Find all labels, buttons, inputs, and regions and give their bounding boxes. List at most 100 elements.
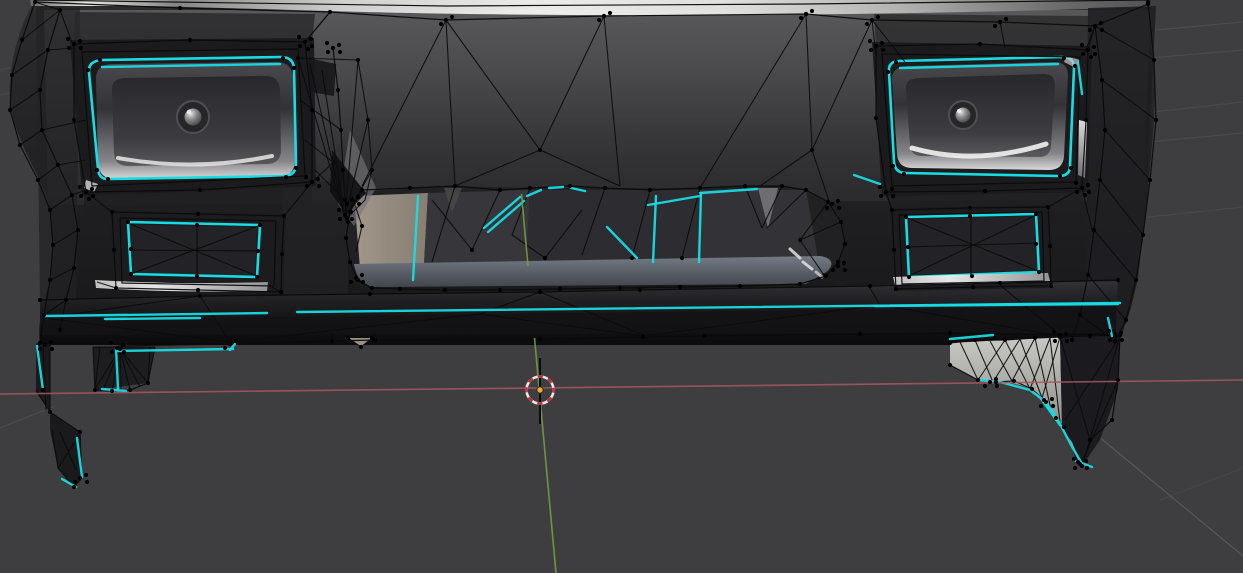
mesh-vertex[interactable]	[824, 205, 830, 211]
mesh-vertex[interactable]	[443, 17, 449, 23]
mesh-vertex[interactable]	[1057, 334, 1063, 340]
mesh-vertex[interactable]	[835, 263, 841, 269]
mesh-vertex[interactable]	[1050, 403, 1056, 409]
mesh-vertex[interactable]	[1003, 16, 1009, 22]
mesh-vertex[interactable]	[1032, 335, 1038, 341]
mesh-vertex[interactable]	[1084, 465, 1090, 471]
viewport-canvas[interactable]	[0, 0, 1243, 573]
mesh-vertex[interactable]	[342, 197, 348, 203]
mesh-vertex[interactable]	[903, 214, 909, 220]
mesh-vertex[interactable]	[114, 345, 120, 351]
mesh-vertex[interactable]	[177, 5, 183, 11]
mesh-vertex[interactable]	[7, 107, 13, 113]
mesh-vertex[interactable]	[906, 274, 912, 280]
mesh-vertex[interactable]	[41, 312, 47, 318]
mesh-vertex[interactable]	[994, 383, 1000, 389]
mesh-vertex[interactable]	[397, 286, 403, 292]
mesh-vertex[interactable]	[835, 259, 841, 265]
mesh-vertex[interactable]	[537, 336, 543, 342]
mesh-vertex[interactable]	[345, 335, 351, 341]
mesh-vertex[interactable]	[1002, 337, 1008, 343]
mesh-vertex[interactable]	[993, 376, 999, 382]
mesh-vertex[interactable]	[1085, 272, 1091, 278]
headlight-right-floor[interactable]	[905, 74, 1055, 157]
mesh-vertex[interactable]	[890, 163, 896, 169]
mesh-vertex[interactable]	[233, 338, 239, 344]
mesh-vertex[interactable]	[345, 219, 351, 225]
mesh-vertex[interactable]	[57, 7, 63, 13]
mesh-vertex[interactable]	[145, 380, 151, 386]
mesh-vertex[interactable]	[9, 72, 15, 78]
mesh-vertex[interactable]	[128, 246, 134, 252]
mesh-vertex[interactable]	[1053, 415, 1059, 421]
mesh-vertex[interactable]	[1033, 211, 1039, 217]
mesh-vertex[interactable]	[369, 285, 375, 291]
mesh-vertex[interactable]	[279, 251, 285, 257]
mesh-vertex[interactable]	[542, 255, 548, 261]
mesh-vertex[interactable]	[557, 286, 563, 292]
mesh-vertex[interactable]	[972, 337, 978, 343]
mesh-vertex[interactable]	[1099, 77, 1105, 83]
mesh-vertex[interactable]	[77, 184, 83, 190]
mesh-vertex[interactable]	[1091, 227, 1097, 233]
mesh-vertex[interactable]	[883, 189, 889, 195]
mesh-vertex[interactable]	[19, 37, 25, 43]
mesh-vertex[interactable]	[309, 179, 315, 185]
mesh-vertex[interactable]	[57, 327, 63, 333]
mesh-vertex[interactable]	[982, 383, 988, 389]
mesh-vertex[interactable]	[889, 186, 895, 192]
mesh-vertex[interactable]	[497, 187, 503, 193]
mesh-vertex[interactable]	[338, 127, 344, 133]
mesh-vertex[interactable]	[71, 484, 77, 490]
mesh-vertex[interactable]	[1011, 378, 1017, 384]
mesh-vertex[interactable]	[1064, 338, 1070, 344]
mesh-vertex[interactable]	[1074, 189, 1080, 195]
mesh-vertex[interactable]	[297, 43, 303, 49]
mesh-vertex[interactable]	[83, 472, 89, 478]
mesh-vertex[interactable]	[602, 185, 608, 191]
mesh-vertex[interactable]	[829, 201, 835, 207]
mesh-vertex[interactable]	[1057, 173, 1063, 179]
mesh-vertex[interactable]	[47, 207, 53, 213]
mesh-vertex[interactable]	[295, 55, 301, 61]
mesh-vertex[interactable]	[304, 183, 310, 189]
mesh-vertex[interactable]	[72, 479, 78, 485]
mesh-vertex[interactable]	[69, 192, 75, 198]
mesh-vertex[interactable]	[975, 377, 981, 383]
mesh-vertex[interactable]	[1088, 54, 1094, 60]
mesh-vertex[interactable]	[890, 193, 896, 199]
mesh-vertex[interactable]	[891, 247, 897, 253]
mesh-vertex[interactable]	[197, 187, 203, 193]
mesh-vertex[interactable]	[867, 283, 873, 289]
mesh-vertex[interactable]	[342, 212, 348, 218]
mesh-vertex[interactable]	[873, 43, 879, 49]
mesh-vertex[interactable]	[1077, 461, 1083, 467]
mesh-vertex[interactable]	[893, 286, 899, 292]
mesh-vertex[interactable]	[452, 183, 458, 189]
selected-edge[interactable]	[103, 316, 202, 321]
mesh-vertex[interactable]	[1085, 47, 1091, 53]
mesh-vertex[interactable]	[1045, 204, 1051, 210]
mesh-vertex[interactable]	[315, 176, 321, 182]
mesh-vertex[interactable]	[39, 127, 45, 133]
mesh-vertex[interactable]	[442, 287, 448, 293]
mesh-vertex[interactable]	[1086, 189, 1092, 195]
mesh-vertex[interactable]	[803, 11, 809, 17]
mesh-vertex[interactable]	[309, 107, 315, 113]
mesh-vertex[interactable]	[369, 335, 375, 341]
mesh-vertex[interactable]	[970, 284, 976, 290]
mesh-vertex[interactable]	[303, 174, 309, 180]
mesh-vertex[interactable]	[291, 65, 297, 71]
mesh-vertex[interactable]	[75, 227, 81, 233]
mesh-vertex[interactable]	[992, 23, 998, 29]
mesh-vertex[interactable]	[823, 273, 829, 279]
mesh-vertex[interactable]	[50, 242, 56, 248]
mesh-vertex[interactable]	[127, 387, 133, 393]
mesh-vertex[interactable]	[356, 201, 362, 207]
mesh-vertex[interactable]	[125, 219, 131, 225]
mesh-vertex[interactable]	[344, 201, 350, 207]
mesh-vertex[interactable]	[355, 194, 361, 200]
mesh-vertex[interactable]	[742, 183, 748, 189]
mesh-vertex[interactable]	[355, 57, 361, 63]
mesh-vertex[interactable]	[987, 379, 993, 385]
